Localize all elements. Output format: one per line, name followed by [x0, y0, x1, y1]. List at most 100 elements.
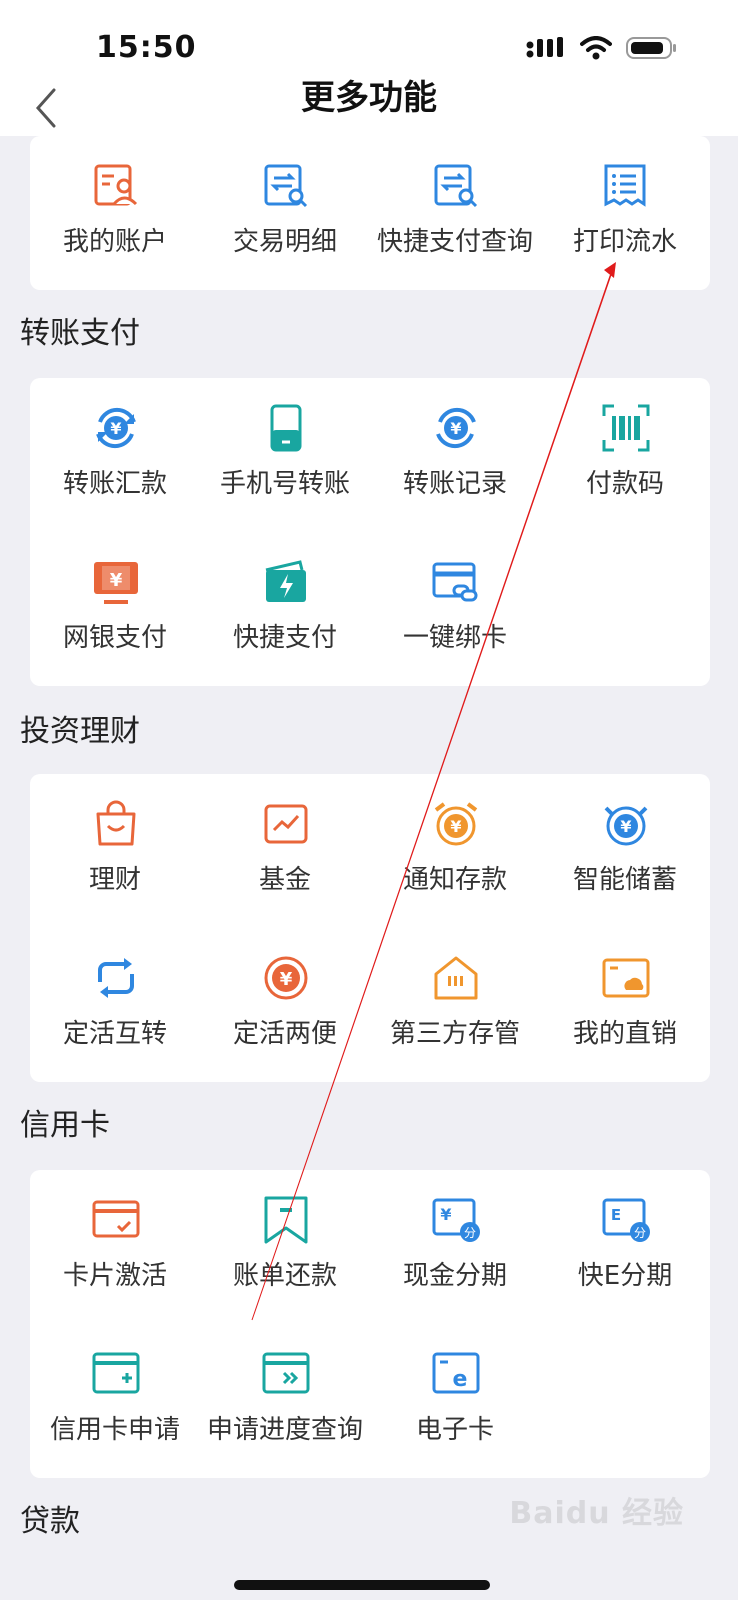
svg-text:¥: ¥: [450, 419, 461, 438]
svg-text:¥: ¥: [620, 817, 631, 836]
item-fixed-current[interactable]: ¥ 定活两便: [200, 928, 370, 1078]
print-statement-icon: [604, 164, 646, 207]
quick-pay-query-icon: [434, 164, 478, 208]
item-label: 交易明细: [232, 227, 337, 257]
wealth-bag-icon: [96, 800, 136, 846]
item-transfer-record[interactable]: ¥ 转账记录: [370, 378, 540, 528]
item-label: 快捷支付: [232, 623, 337, 653]
card-credit-card: 卡片激活 账单还款 ¥ 分 现金分期 E 分 快E分期 信用卡申请 申请进度查询…: [30, 1170, 710, 1478]
section-title-credit-card: 信用卡: [20, 1108, 110, 1143]
svg-text:¥: ¥: [440, 1205, 451, 1224]
page-title: 更多功能: [301, 78, 437, 118]
status-icons: [526, 36, 678, 60]
item-transfer[interactable]: ¥ 转账汇款: [30, 378, 200, 528]
item-label: 智能储蓄: [572, 865, 677, 895]
item-label: 转账汇款: [62, 469, 167, 499]
item-fund[interactable]: 基金: [200, 774, 370, 924]
svg-text:¥: ¥: [110, 419, 121, 438]
apply-progress-icon: [262, 1352, 310, 1394]
status-bar: 15:50: [0, 0, 738, 80]
home-indicator[interactable]: [234, 1580, 490, 1590]
item-label: 定活互转: [62, 1019, 167, 1049]
item-label: 快E分期: [577, 1261, 673, 1291]
item-label: 定活两便: [232, 1019, 337, 1049]
payment-code-icon: [602, 404, 650, 452]
card-activate-icon: [92, 1200, 140, 1238]
item-label: 账单还款: [232, 1261, 337, 1291]
battery-icon: [626, 37, 676, 59]
item-label: 申请进度查询: [206, 1415, 363, 1445]
e-installment-icon: E 分: [602, 1198, 650, 1242]
transfer-icon: ¥: [96, 407, 136, 449]
svg-text:¥: ¥: [450, 817, 461, 836]
item-online-banking-pay[interactable]: ¥ 网银支付: [30, 532, 200, 682]
watermark: Baidu 经验: [509, 1496, 684, 1531]
item-label: 手机号转账: [219, 469, 350, 499]
item-card-activate[interactable]: 卡片激活: [30, 1170, 200, 1320]
item-smart-savings[interactable]: ¥ 智能储蓄: [540, 774, 710, 924]
phone-transfer-icon: [270, 404, 302, 452]
item-phone-transfer[interactable]: 手机号转账: [200, 378, 370, 528]
section-title-investment: 投资理财: [20, 714, 140, 749]
svg-text:E: E: [611, 1206, 621, 1224]
fund-chart-icon: [264, 804, 308, 844]
svg-text:¥: ¥: [280, 969, 293, 990]
cash-installment-icon: ¥ 分: [432, 1198, 480, 1242]
smart-savings-icon: ¥: [604, 806, 648, 846]
item-label: 现金分期: [402, 1261, 507, 1291]
svg-text:分: 分: [634, 1226, 646, 1240]
item-label: 我的账户: [62, 227, 167, 257]
credit-card-apply-icon: [92, 1352, 140, 1394]
item-e-card[interactable]: e 电子卡: [370, 1324, 540, 1474]
direct-sales-icon: [602, 958, 650, 998]
item-bill-repay[interactable]: 账单还款: [200, 1170, 370, 1320]
item-bind-card[interactable]: 一键绑卡: [370, 532, 540, 682]
item-print-statement[interactable]: 打印流水: [540, 136, 710, 286]
quick-pay-icon: [265, 560, 306, 602]
notice-deposit-alarm-icon: ¥: [434, 802, 478, 846]
item-credit-card-apply[interactable]: 信用卡申请: [30, 1324, 200, 1474]
yuan-circle-icon: ¥: [264, 956, 308, 1000]
item-quick-pay[interactable]: 快捷支付: [200, 532, 370, 682]
online-banking-pay-icon: ¥: [94, 562, 138, 604]
item-label: 打印流水: [572, 227, 677, 257]
item-label: 付款码: [585, 469, 664, 499]
item-label: 快捷支付查询: [376, 227, 533, 257]
bill-repay-icon: [264, 1196, 308, 1244]
item-label: 电子卡: [415, 1415, 494, 1445]
item-apply-progress[interactable]: 申请进度查询: [200, 1324, 370, 1474]
section-title-loan: 贷款: [20, 1504, 80, 1539]
item-transaction-detail[interactable]: 交易明细: [200, 136, 370, 286]
item-label: 卡片激活: [62, 1261, 167, 1291]
card-investment: 理财 基金 ¥ 通知存款 ¥ 智能储蓄 定活互转 ¥ 定活两便 第三方存管 我的…: [30, 774, 710, 1082]
item-label: 理财: [88, 865, 141, 895]
item-quick-pay-query[interactable]: 快捷支付查询: [370, 136, 540, 286]
wifi-icon: [580, 36, 612, 60]
item-third-party-custody[interactable]: 第三方存管: [370, 928, 540, 1078]
item-label: 网银支付: [62, 623, 167, 653]
item-notice-deposit[interactable]: ¥ 通知存款: [370, 774, 540, 924]
item-my-account[interactable]: 我的账户: [30, 136, 200, 286]
item-payment-code[interactable]: 付款码: [540, 378, 710, 528]
section-title-transfer: 转账支付: [20, 316, 140, 351]
svg-text:分: 分: [464, 1226, 476, 1240]
item-label: 基金: [258, 865, 311, 895]
item-wealth[interactable]: 理财: [30, 774, 200, 924]
account-icon: [94, 164, 138, 206]
nav-bar: 更多功能: [0, 80, 738, 136]
item-direct-sales[interactable]: 我的直销: [540, 928, 710, 1078]
item-label: 通知存款: [402, 865, 507, 895]
svg-text:¥: ¥: [110, 570, 123, 591]
transfer-record-icon: ¥: [436, 407, 476, 449]
item-label: 转账记录: [402, 469, 507, 499]
item-exchange[interactable]: 定活互转: [30, 928, 200, 1078]
item-cash-installment[interactable]: ¥ 分 现金分期: [370, 1170, 540, 1320]
item-label: 第三方存管: [389, 1019, 520, 1049]
card-account: 我的账户 交易明细 快捷支付查询 打印流水: [30, 136, 710, 290]
item-label: 我的直销: [572, 1019, 677, 1049]
card-transfer: ¥ 转账汇款 手机号转账 ¥ 转账记录 付款码 ¥ 网银支付 快捷支付 一键绑卡: [30, 378, 710, 686]
item-e-installment[interactable]: E 分 快E分期: [540, 1170, 710, 1320]
exchange-icon: [98, 958, 134, 998]
item-label: 一键绑卡: [402, 623, 507, 653]
status-time: 15:50: [96, 30, 197, 65]
